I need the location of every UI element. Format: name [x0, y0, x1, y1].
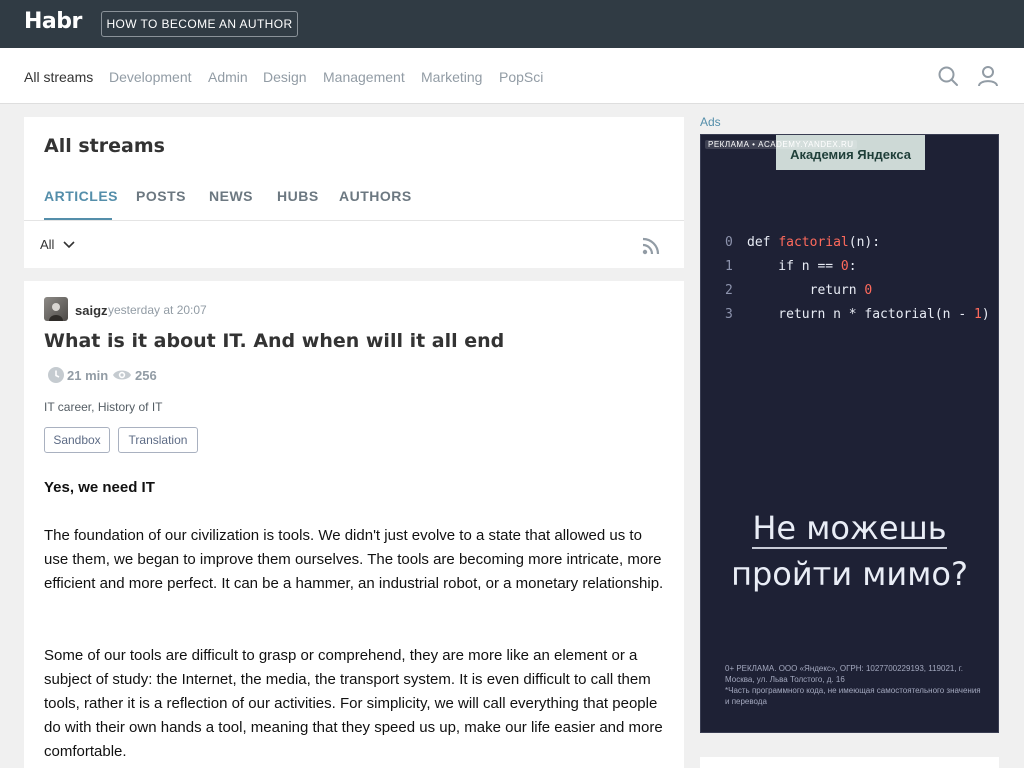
ad-banner[interactable]: Академия Яндекса РЕКЛАМА • ACADEMY.YANDE… — [700, 134, 999, 733]
hub-list: IT career, History of IT — [44, 400, 163, 414]
author-name[interactable]: saigz — [75, 303, 108, 318]
views-count: 256 — [135, 367, 157, 383]
code-line: 3 return n * factorial(n - 1) — [725, 307, 990, 322]
ad-headline: Не можешь пройти мимо? — [731, 509, 968, 593]
nav-item-all-streams[interactable]: All streams — [24, 69, 93, 85]
article-paragraph: Some of our tools are difficult to grasp… — [44, 647, 663, 760]
code-line: 2 return 0 — [725, 283, 873, 298]
nav-item-admin[interactable]: Admin — [208, 69, 248, 85]
nav-item-design[interactable]: Design — [263, 69, 307, 85]
ad-tagline: РЕКЛАМА • ACADEMY.YANDEX.RU — [705, 140, 857, 149]
reading-time-value: 21 min — [67, 367, 109, 383]
article-subheading: Yes, we need IT — [44, 479, 155, 496]
article-title[interactable]: What is it about IT. And when will it al… — [44, 330, 664, 352]
hub-link[interactable]: IT career — [44, 400, 91, 414]
nav-item-popsci[interactable]: PopSci — [499, 69, 543, 85]
views: 256 — [112, 366, 157, 384]
filter-label: All — [40, 237, 55, 252]
publish-date: yesterday at 20:07 — [108, 303, 207, 317]
tab-hubs[interactable]: HUBS — [277, 188, 319, 204]
avatar[interactable] — [44, 297, 68, 321]
stream-nav: All streams Development Admin Design Man… — [0, 48, 1024, 104]
rss-icon[interactable] — [642, 237, 660, 255]
label-translation[interactable]: Translation — [118, 427, 198, 453]
chevron-down-icon — [63, 240, 76, 248]
eye-icon — [113, 370, 131, 380]
ad-code-sample: 0 def factorial(n): 1 if n == 0: 2 return… — [725, 231, 990, 327]
nav-item-development[interactable]: Development — [109, 69, 192, 85]
tab-authors[interactable]: AUTHORS — [339, 188, 412, 204]
sidebar-card — [700, 757, 999, 768]
label-sandbox[interactable]: Sandbox — [44, 427, 110, 453]
hub-link[interactable]: History of IT — [98, 400, 163, 414]
ads-label[interactable]: Ads — [700, 115, 721, 129]
code-line: 1 if n == 0: — [725, 259, 857, 274]
clock-icon — [48, 367, 64, 383]
reading-time: 21 min — [48, 366, 108, 384]
article-paragraph: The foundation of our civilization is to… — [44, 527, 664, 592]
code-line: 0 def factorial(n): — [725, 235, 881, 250]
user-icon[interactable] — [976, 64, 1000, 88]
page-title: All streams — [44, 135, 165, 157]
filter-dropdown[interactable]: All — [40, 237, 76, 252]
become-author-button[interactable]: HOW TO BECOME AN AUTHOR — [101, 11, 298, 37]
nav-item-management[interactable]: Management — [323, 69, 405, 85]
top-bar: Habr HOW TO BECOME AN AUTHOR — [0, 0, 1024, 48]
avatar-image — [49, 303, 63, 321]
divider — [24, 220, 684, 221]
tab-posts[interactable]: POSTS — [136, 188, 186, 204]
feed-header-card: All streams ARTICLES POSTS NEWS HUBS AUT… — [24, 117, 684, 268]
tab-articles[interactable]: ARTICLES — [44, 188, 118, 204]
article-card: saigz yesterday at 20:07 What is it abou… — [24, 281, 684, 768]
search-icon[interactable] — [936, 64, 960, 88]
habr-logo[interactable]: Habr — [24, 9, 82, 34]
tab-news[interactable]: NEWS — [209, 188, 253, 204]
nav-item-marketing[interactable]: Marketing — [421, 69, 482, 85]
ad-legal-text: 0+ РЕКЛАМА. ООО «Яндекс», ОГРН: 10277002… — [725, 664, 981, 706]
